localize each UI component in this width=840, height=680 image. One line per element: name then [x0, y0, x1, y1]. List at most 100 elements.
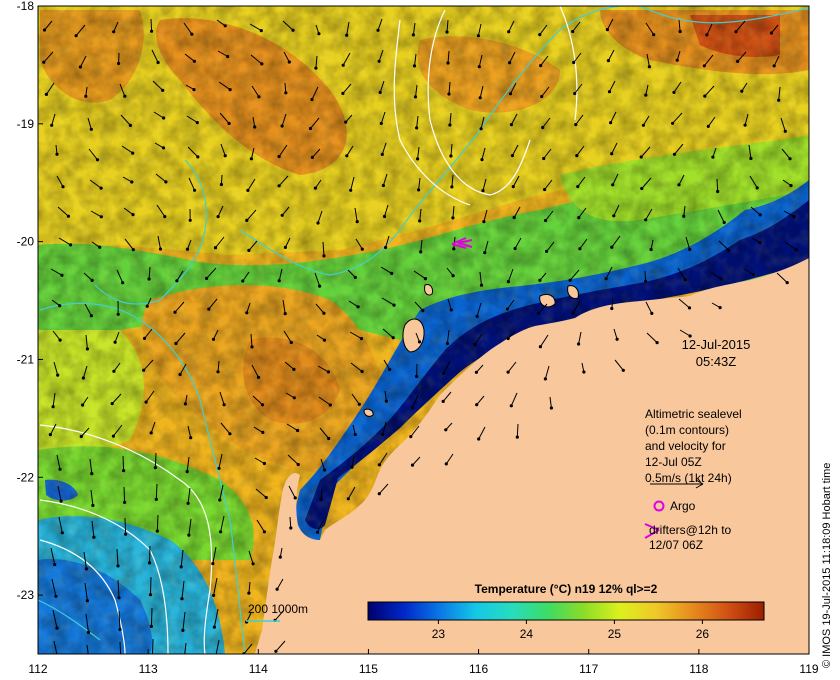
velocity-arrowhead: [148, 561, 152, 565]
velocity-arrowhead: [419, 250, 423, 254]
lon-tick-label: 116: [469, 662, 488, 676]
velocity-arrow: [516, 423, 519, 438]
velocity-arrowhead: [99, 215, 103, 219]
velocity-arrowhead: [572, 60, 576, 65]
velocity-arrowhead: [51, 405, 55, 409]
velocity-arrowhead: [722, 220, 726, 225]
velocity-arrowhead: [212, 625, 216, 629]
velocity-arrowhead: [174, 341, 178, 346]
velocity-arrowhead: [61, 185, 65, 189]
velocity-arrowhead: [672, 90, 676, 94]
velocity-arrowhead: [447, 92, 451, 96]
velocity-arrowhead: [219, 182, 223, 187]
velocity-arrowhead: [677, 183, 681, 187]
velocity-arrowhead: [423, 277, 427, 281]
velocity-legend: Altimetric sealevel (0.1m contours) and …: [644, 407, 742, 552]
velocity-arrowhead: [308, 126, 313, 131]
velocity-arrowhead: [124, 532, 128, 536]
velocity-arrowhead: [605, 28, 610, 32]
small-island: [424, 284, 433, 296]
velocity-arrowhead: [350, 465, 354, 469]
velocity-arrowhead: [390, 271, 394, 275]
legend-line: Altimetric sealevel: [645, 407, 742, 421]
velocity-arrowhead: [228, 432, 232, 436]
velocity-arrowhead: [777, 98, 781, 102]
velocity-arrowhead: [185, 470, 189, 474]
velocity-arrowhead: [577, 216, 581, 220]
velocity-arrowhead: [119, 660, 122, 663]
velocity-arrowhead: [280, 124, 284, 128]
velocity-arrowhead: [479, 127, 483, 131]
velocity-arrow: [150, 18, 153, 32]
velocity-arrowhead: [216, 370, 220, 374]
velocity-arrowhead: [355, 220, 359, 224]
velocity-arrowhead: [214, 657, 217, 660]
velocity-arrowhead: [377, 463, 381, 467]
velocity-arrowhead: [123, 500, 127, 504]
velocity-arrowhead: [688, 247, 692, 251]
velocity-arrowhead: [416, 157, 420, 161]
velocity-arrowhead: [789, 184, 793, 188]
lon-tick-label: 112: [28, 662, 47, 676]
velocity-arrowhead: [262, 461, 266, 466]
velocity-arrowhead: [410, 463, 415, 467]
velocity-arrowhead: [380, 152, 384, 156]
velocity-arrowhead: [213, 246, 218, 250]
velocity-arrowhead: [794, 248, 798, 252]
velocity-arrowhead: [650, 311, 654, 315]
velocity-arrowhead: [477, 437, 481, 441]
velocity-arrowhead: [178, 372, 182, 377]
velocity-arrowhead: [417, 340, 422, 344]
velocity-arrowhead: [671, 121, 675, 125]
velocity-arrowhead: [758, 213, 762, 217]
velocity-arrowhead: [718, 306, 722, 310]
lon-tick-label: 119: [799, 662, 818, 676]
velocity-arrowhead: [473, 342, 477, 347]
velocity-arrowhead: [326, 370, 330, 374]
velocity-arrowhead: [544, 218, 548, 223]
velocity-arrowhead: [384, 245, 388, 250]
velocity-arrowhead: [449, 154, 453, 158]
colorbar-gradient: [367, 601, 765, 621]
velocity-arrowhead: [55, 626, 59, 630]
small-island: [363, 408, 374, 417]
legend-line: 12-Jul 05Z: [645, 455, 702, 469]
velocity-arrowhead: [149, 431, 153, 435]
velocity-arrowhead: [156, 60, 160, 65]
velocity-arrowhead: [449, 308, 453, 312]
velocity-arrowhead: [611, 183, 615, 187]
velocity-arrowhead: [260, 62, 264, 66]
velocity-arrowhead: [344, 120, 348, 124]
legend-line: (0.1m contours): [645, 423, 729, 437]
velocity-arrowhead: [341, 63, 345, 67]
velocity-arrowhead: [187, 533, 191, 537]
velocity-arrowhead: [509, 123, 513, 127]
velocity-arrowhead: [296, 462, 300, 467]
velocity-arrowhead: [84, 94, 88, 98]
velocity-arrowhead: [142, 336, 147, 340]
velocity-arrowhead: [58, 338, 62, 342]
velocity-arrowhead: [743, 123, 747, 127]
velocity-arrowhead: [509, 404, 513, 408]
velocity-arrowhead: [508, 92, 513, 96]
velocity-arrowhead: [81, 403, 85, 407]
velocity-arrowhead: [195, 121, 199, 125]
velocity-arrowhead: [652, 33, 656, 37]
velocity-arrowhead: [280, 213, 284, 217]
velocity-arrowhead: [78, 65, 82, 69]
velocity-arrowhead: [483, 251, 487, 255]
velocity-arrow: [150, 576, 152, 595]
velocity-arrowhead: [357, 402, 361, 406]
velocity-arrowhead: [310, 97, 314, 102]
velocity-arrowhead: [480, 158, 484, 162]
velocity-arrowhead: [216, 215, 220, 219]
velocity-arrowhead: [90, 472, 94, 476]
velocity-arrowhead: [444, 428, 448, 432]
velocity-arrowhead: [441, 399, 445, 403]
velocity-arrowhead: [506, 370, 510, 374]
velocity-arrowhead: [259, 29, 263, 33]
velocity-arrowhead: [442, 371, 446, 375]
velocity-arrowhead: [506, 336, 510, 341]
velocity-arrowhead: [196, 155, 200, 159]
velocity-arrowhead: [418, 219, 422, 223]
